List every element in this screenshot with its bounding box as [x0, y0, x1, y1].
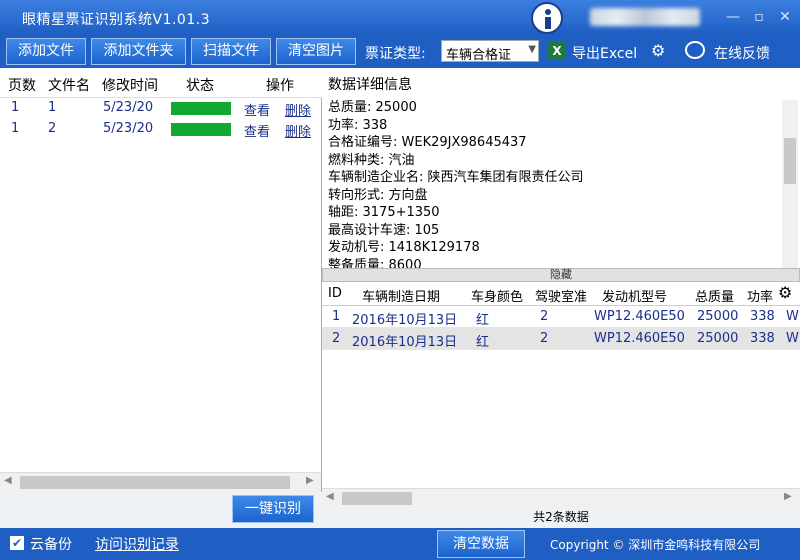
header-filename[interactable]: 文件名	[48, 75, 90, 95]
file-time: 5/23/20	[103, 121, 154, 136]
scrollbar-thumb[interactable]	[20, 476, 290, 489]
file-list-scrollbar[interactable]: ◀ ▶	[0, 472, 321, 492]
header-page[interactable]: 页数	[8, 75, 36, 95]
blurred-user-info	[590, 8, 700, 26]
copyright-text: Copyright © 深圳市金鸣科技有限公司	[550, 538, 761, 552]
scroll-left-icon[interactable]: ◀	[326, 491, 334, 502]
ticket-type-label: 票证类型:	[365, 46, 426, 62]
export-excel-button[interactable]: 导出Excel	[572, 43, 637, 63]
detail-line: 总质量: 25000	[328, 100, 417, 115]
recognize-area: 一键识别	[0, 492, 322, 528]
file-row[interactable]: 1 2 5/23/20 查看 删除	[0, 119, 322, 140]
view-link[interactable]: 查看	[244, 121, 270, 140]
grid-header-date[interactable]: 车辆制造日期	[362, 286, 440, 305]
chat-bubble-icon[interactable]	[685, 41, 705, 59]
cell-color: 红	[476, 313, 490, 328]
cell-cab: 2	[540, 309, 549, 324]
record-count: 共2条数据	[322, 508, 800, 528]
cell-date: 2016年10月13日	[352, 335, 458, 350]
toolbar: 添加文件 添加文件夹 扫描文件 清空图片 票证类型: 车辆合格证 ▼ X 导出E…	[0, 34, 800, 68]
grid-header-power[interactable]: 功率	[747, 286, 773, 305]
grid-header-engine[interactable]: 发动机型号	[602, 286, 667, 305]
file-list-header: 页数 文件名 修改时间 状态 操作	[0, 68, 322, 98]
cell-engine: WP12.460E50	[594, 331, 685, 346]
clear-images-button[interactable]: 清空图片	[276, 38, 356, 65]
scan-file-button[interactable]: 扫描文件	[191, 38, 271, 65]
hide-toggle[interactable]: 隐藏	[322, 268, 800, 282]
excel-icon[interactable]: X	[548, 42, 566, 60]
cell-mass: 25000	[697, 309, 739, 324]
minimize-button[interactable]: —	[722, 6, 744, 28]
file-row[interactable]: 1 1 5/23/20 查看 删除	[0, 98, 322, 119]
cloud-backup-checkbox[interactable]: ✔	[10, 536, 24, 550]
detail-scrollbar[interactable]	[782, 100, 798, 268]
grid-header: ID 车辆制造日期 车身颜色 驾驶室准 发动机型号 总质量 功率 ⚙	[322, 282, 800, 306]
cell-cab: 2	[540, 331, 549, 346]
status-bar: ✔ 云备份 访问识别记录 清空数据 Copyright © 深圳市金鸣科技有限公…	[0, 528, 800, 560]
detail-line: 整备质量: 8600	[328, 258, 422, 268]
status-progress-bar	[171, 123, 231, 136]
file-name: 1	[48, 100, 57, 115]
cell-color: 红	[476, 335, 490, 350]
file-time: 5/23/20	[103, 100, 154, 115]
file-list-panel: 页数 文件名 修改时间 状态 操作 1 1 5/23/20 查看 删除 1 2 …	[0, 68, 322, 492]
close-button[interactable]: ✕	[774, 6, 796, 28]
delete-link[interactable]: 删除	[285, 121, 311, 140]
info-logo-icon	[531, 2, 563, 34]
cell-mass: 25000	[697, 331, 739, 346]
clear-data-button[interactable]: 清空数据	[437, 530, 525, 558]
header-action[interactable]: 操作	[266, 75, 294, 95]
scrollbar-thumb[interactable]	[342, 492, 412, 505]
one-click-recognize-button[interactable]: 一键识别	[232, 495, 314, 523]
file-page: 1	[11, 121, 20, 136]
cell-more: W	[786, 309, 799, 324]
grid-header-cab[interactable]: 驾驶室准	[535, 286, 587, 305]
add-file-button[interactable]: 添加文件	[6, 38, 86, 65]
chevron-down-icon: ▼	[528, 44, 536, 55]
file-page: 1	[11, 100, 20, 115]
view-link[interactable]: 查看	[244, 100, 270, 119]
window-title: 眼精星票证识别系统V1.01.3	[22, 12, 211, 28]
grid-header-mass[interactable]: 总质量	[695, 286, 734, 305]
scrollbar-thumb[interactable]	[784, 138, 796, 184]
visit-records-link[interactable]: 访问识别记录	[95, 534, 179, 554]
cloud-backup-label: 云备份	[30, 537, 72, 553]
cell-date: 2016年10月13日	[352, 313, 458, 328]
header-modified-time[interactable]: 修改时间	[102, 75, 158, 95]
detail-line: 轴距: 3175+1350	[328, 205, 440, 220]
detail-panel: 数据详细信息 总质量: 25000 功率: 338 合格证编号: WEK29JX…	[322, 68, 800, 268]
table-row[interactable]: 2 2016年10月13日 红 2 WP12.460E50 25000 338 …	[322, 328, 800, 350]
ticket-type-value: 车辆合格证	[446, 48, 512, 63]
ticket-type-select[interactable]: 车辆合格证 ▼	[441, 40, 539, 63]
cell-id: 2	[332, 331, 341, 346]
title-bar: 眼精星票证识别系统V1.01.3 — ▫ ✕	[0, 0, 800, 34]
file-name: 2	[48, 121, 57, 136]
scroll-right-icon[interactable]: ▶	[306, 475, 314, 486]
gear-icon[interactable]: ⚙	[778, 283, 792, 302]
cell-power: 338	[750, 309, 775, 324]
grid-scrollbar[interactable]: ◀ ▶	[322, 488, 800, 508]
scroll-left-icon[interactable]: ◀	[4, 475, 12, 486]
add-folder-button[interactable]: 添加文件夹	[91, 38, 186, 65]
status-progress-bar	[171, 102, 231, 115]
header-status[interactable]: 状态	[186, 75, 214, 95]
online-feedback-button[interactable]: 在线反馈	[714, 43, 770, 63]
cell-power: 338	[750, 331, 775, 346]
delete-link[interactable]: 删除	[285, 100, 311, 119]
table-row[interactable]: 1 2016年10月13日 红 2 WP12.460E50 25000 338 …	[322, 306, 800, 328]
cell-id: 1	[332, 309, 341, 324]
gear-icon[interactable]: ⚙	[651, 41, 665, 60]
scroll-right-icon[interactable]: ▶	[784, 491, 792, 502]
results-grid: ID 车辆制造日期 车身颜色 驾驶室准 发动机型号 总质量 功率 ⚙ 1 201…	[322, 282, 800, 508]
detail-line: 车辆制造企业名: 陕西汽车集团有限责任公司	[328, 170, 584, 185]
grid-header-color[interactable]: 车身颜色	[471, 286, 523, 305]
cell-more: W	[786, 331, 799, 346]
grid-header-id[interactable]: ID	[328, 286, 342, 301]
restore-button[interactable]: ▫	[748, 6, 770, 28]
detail-line: 发动机号: 1418K129178	[328, 240, 480, 255]
detail-line: 合格证编号: WEK29JX98645437	[328, 135, 527, 150]
detail-title: 数据详细信息	[328, 77, 412, 93]
cell-engine: WP12.460E50	[594, 309, 685, 324]
